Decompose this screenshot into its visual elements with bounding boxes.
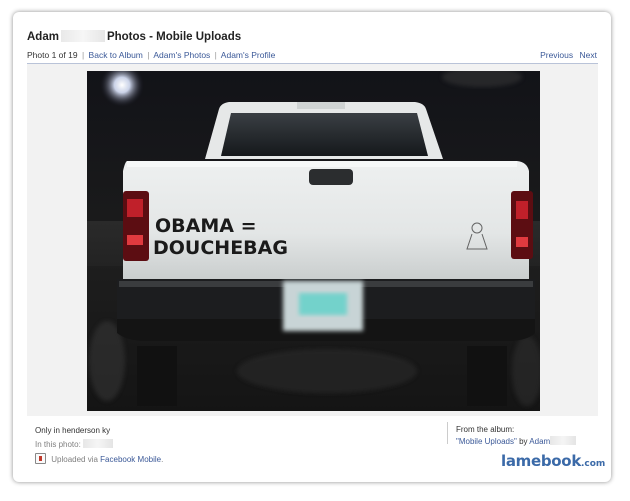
meta-divider	[447, 422, 448, 444]
tagged-person-blur	[83, 439, 114, 448]
title-owner: Adam	[27, 31, 59, 43]
nav-separator: |	[214, 50, 217, 60]
album-link[interactable]: "Mobile Uploads"	[456, 437, 517, 446]
uploaded-period: .	[161, 455, 164, 464]
back-to-album-link[interactable]: Back to Album	[89, 50, 143, 60]
facebook-mobile-link[interactable]: Facebook Mobile	[100, 455, 161, 464]
from-album-label: From the album:	[456, 425, 515, 434]
nav-separator: |	[81, 50, 85, 60]
page-title: Adam Photos - Mobile Uploads	[27, 30, 241, 43]
owner-photos-link[interactable]: Adam's Photos	[153, 50, 210, 60]
album-info: From the album: "Mobile Uploads" by Adam	[456, 424, 577, 448]
photo-nav-left: Photo 1 of 19 | Back to Album | Adam's P…	[27, 50, 275, 60]
sticker-line-2: DOUCHEBAG	[153, 237, 288, 259]
next-photo-link[interactable]: Next	[580, 50, 597, 60]
in-this-photo: In this photo:	[35, 438, 114, 452]
sticker-line-1: OBAMA =	[155, 215, 257, 237]
album-by-label: by	[519, 437, 528, 446]
mobile-upload-icon	[35, 453, 46, 464]
owner-profile-link[interactable]: Adam's Profile	[221, 50, 276, 60]
truck-photo-image: OBAMA = DOUCHEBAG	[87, 71, 540, 411]
watermark-name: lamebook	[501, 452, 581, 470]
photo-caption-block: Only in henderson ky In this photo:	[35, 424, 114, 452]
nav-separator: |	[147, 50, 150, 60]
photo-nav-right: Previous Next	[536, 50, 597, 60]
album-owner-link[interactable]: Adam	[529, 437, 550, 446]
uploaded-via: Uploaded via Facebook Mobile.	[35, 453, 163, 464]
main-photo[interactable]: OBAMA = DOUCHEBAG	[87, 71, 540, 411]
title-album: Photos - Mobile Uploads	[106, 31, 242, 43]
in-this-photo-label: In this photo:	[35, 440, 81, 449]
photo-caption: Only in henderson ky	[35, 426, 111, 435]
redacted-name-blur	[60, 30, 105, 42]
uploaded-via-label: Uploaded via	[51, 455, 98, 464]
previous-photo-link[interactable]: Previous	[540, 50, 573, 60]
owner-name-blur	[550, 436, 577, 445]
lamebook-watermark: lamebook.com	[501, 451, 605, 470]
watermark-domain: .com	[581, 459, 606, 469]
album-line: "Mobile Uploads" by Adam	[456, 436, 577, 448]
photo-counter: Photo 1 of 19	[27, 50, 78, 60]
